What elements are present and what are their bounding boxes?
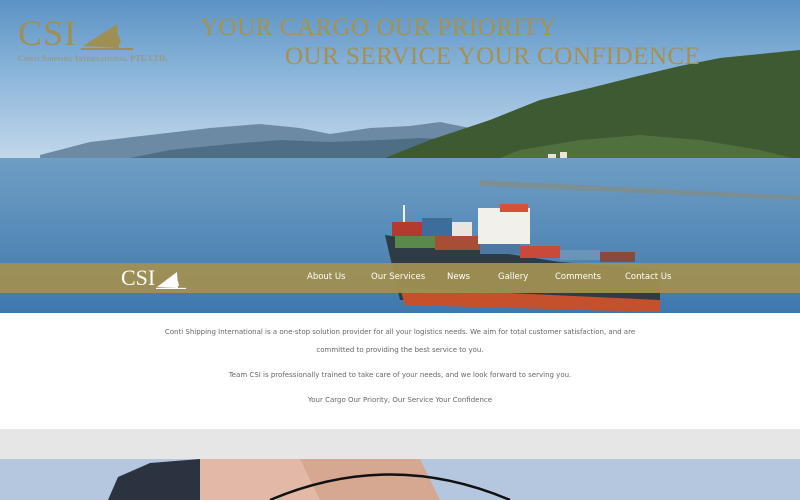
motto-paragraph: Your Cargo Our Priority, Our Service You… — [307, 396, 493, 404]
intro-paragraph-line2: committed to providing the best service … — [316, 346, 484, 354]
hero-tagline-line2: OUR SERVICE YOUR CONFIDENCE — [285, 43, 701, 70]
main-nav-bar: CSI About Us Our Services News Gallery C… — [0, 263, 800, 293]
team-paragraph: Team CSI is professionally trained to ta… — [228, 371, 572, 379]
nav-logo-letters: CSI — [121, 265, 156, 290]
nav-about-us[interactable]: About Us — [307, 272, 345, 282]
hero-tagline-line1: YOUR CARGO OUR PRIORITY — [200, 14, 557, 41]
nav-news[interactable]: News — [447, 272, 470, 282]
nav-logo[interactable]: CSI — [121, 267, 187, 289]
hero-banner: CSI Conti Shipping International PTE LTD… — [0, 0, 800, 313]
nav-comments[interactable]: Comments — [555, 272, 601, 282]
nav-contact-us[interactable]: Contact Us — [625, 272, 671, 282]
site-logo[interactable]: CSI Conti Shipping International PTE LTD… — [18, 13, 168, 63]
sail-icon — [156, 272, 187, 289]
section-divider — [0, 429, 800, 459]
nav-gallery[interactable]: Gallery — [498, 272, 528, 282]
company-name: Conti Shipping International PTE LTD. — [18, 53, 168, 63]
nav-our-services[interactable]: Our Services — [371, 272, 425, 282]
intro-paragraph-line1: Conti Shipping International is a one-st… — [164, 328, 636, 336]
next-section-image — [0, 459, 800, 500]
person-photo — [0, 459, 800, 500]
logo-letters: CSI — [18, 13, 78, 53]
intro-section: Conti Shipping International is a one-st… — [0, 313, 800, 429]
sail-icon — [81, 24, 134, 50]
